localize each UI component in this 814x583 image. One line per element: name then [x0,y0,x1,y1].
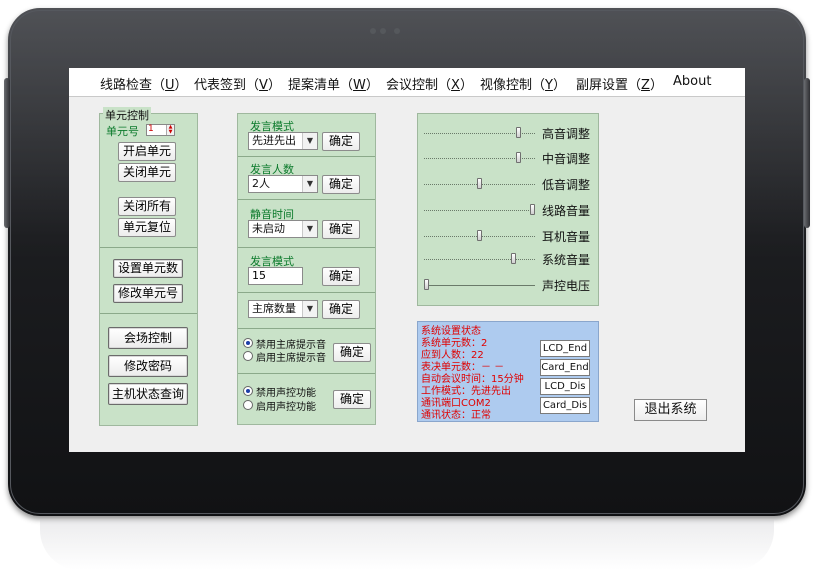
chevron-down-icon: ▼ [302,133,317,149]
slider-label: 高音调整 [542,127,591,141]
speech-panel-divider [238,328,375,329]
speech-mode2-confirm-button[interactable]: 确定 [322,267,360,286]
chairman-count-select[interactable]: 主席数量 ▼ [248,300,318,318]
unit-number-value: 1 [148,124,154,134]
menu-video-control[interactable]: 视像控制（Y） [480,74,566,93]
speech-mode-confirm-button[interactable]: 确定 [322,132,360,151]
menu-subscreen-settings[interactable]: 副屏设置（Z） [576,74,663,93]
status-comm-port: 通讯端口COM2 [421,398,491,409]
speech-panel-divider [238,373,375,374]
slider-label: 声控电压 [542,279,591,293]
slider-label: 耳机音量 [542,230,591,244]
status-comm-state: 通讯状态：正常 [421,410,491,421]
speech-mode2-input[interactable]: 15 [248,267,303,285]
slider-track[interactable] [424,259,535,260]
slider-thumb[interactable] [530,204,535,215]
disable-chair-tone-radio[interactable] [243,338,253,348]
unit-panel-divider [100,247,197,248]
speaker-count-confirm-button[interactable]: 确定 [322,175,360,194]
menu-meeting-control[interactable]: 会议控制（X） [386,74,473,93]
slider-thumb[interactable] [477,230,482,241]
menu-about[interactable]: About [673,74,711,89]
chairman-count-value: 主席数量 [252,302,296,315]
enable-voice-control-label: 启用声控功能 [256,402,316,413]
open-unit-button[interactable]: 开启单元 [118,142,176,161]
menu-line-check[interactable]: 线路检查（U） [100,74,188,93]
speech-panel-divider [238,199,375,200]
mute-time-value: 未启动 [252,222,285,235]
enable-chair-tone-label: 启用主席提示音 [256,353,326,364]
side-button-right [804,78,810,228]
menu-proposal-list[interactable]: 提案清单（W） [288,74,379,93]
menu-delegate-signin[interactable]: 代表签到（V） [194,74,281,93]
speech-panel-divider [238,292,375,293]
slider-label: 中音调整 [542,152,591,166]
chevron-down-icon: ▼ [302,176,317,192]
disable-voice-control-radio[interactable] [243,386,253,396]
slider-label: 低音调整 [542,178,591,192]
status-unit-count: 系统单元数：2 [421,338,488,349]
chevron-down-icon: ▼ [302,221,317,237]
unit-panel-divider [100,313,197,314]
change-password-button[interactable]: 修改密码 [108,355,188,377]
slider-thumb[interactable] [516,152,521,163]
chevron-down-icon: ▼ [302,301,317,317]
lcd-end-button[interactable]: LCD_End [540,340,590,357]
speaker-count-value: 2人 [252,177,270,190]
reset-unit-button[interactable]: 单元复位 [118,218,176,237]
speech-mode-select[interactable]: 先进先出 ▼ [248,132,318,150]
speech-panel-divider [238,247,375,248]
voice-control-confirm-button[interactable]: 确定 [333,390,371,409]
camera-dot [394,28,400,34]
slider-track[interactable] [424,285,535,286]
unit-number-spinner[interactable]: 1 ▲ ▼ [146,124,175,136]
speech-panel-divider [238,156,375,157]
card-end-button[interactable]: Card_End [540,359,590,376]
card-dis-button[interactable]: Card_Dis [540,397,590,414]
speaker-count-select[interactable]: 2人 ▼ [248,175,318,193]
lcd-dis-button[interactable]: LCD_Dis [540,378,590,395]
slider-track[interactable] [424,210,535,211]
chair-tone-confirm-button[interactable]: 确定 [333,343,371,362]
status-auto-meeting-time: 自动会议时间：15分钟 [421,374,524,385]
slider-thumb[interactable] [516,127,521,138]
status-vote-units: 表决单元数：－ － [421,362,505,373]
enable-voice-control-radio[interactable] [243,400,253,410]
slider-thumb[interactable] [511,253,516,264]
camera-dot [370,28,376,34]
slider-thumb[interactable] [424,279,429,290]
status-title: 系统设置状态 [421,326,481,337]
mute-time-select[interactable]: 未启动 ▼ [248,220,318,238]
modify-unit-number-button[interactable]: 修改单元号 [113,284,183,303]
exit-system-button[interactable]: 退出系统 [634,399,707,421]
slider-label: 系统音量 [542,253,591,267]
menu-bar: 线路检查（U） 代表签到（V） 提案清单（W） 会议控制（X） 视像控制（Y） … [69,68,745,97]
unit-control-legend: 单元控制 [103,107,151,123]
status-work-mode: 工作模式：先进先出 [421,386,511,397]
mute-time-confirm-button[interactable]: 确定 [322,220,360,239]
close-unit-button[interactable]: 关闭单元 [118,163,176,182]
status-expected-attendance: 应到人数：22 [421,350,484,361]
close-all-button[interactable]: 关闭所有 [118,197,176,216]
side-button-left [4,78,10,228]
chairman-count-confirm-button[interactable]: 确定 [322,300,360,319]
slider-thumb[interactable] [477,178,482,189]
enable-chair-tone-radio[interactable] [243,351,253,361]
set-unit-count-button[interactable]: 设置单元数 [113,259,183,278]
venue-control-button[interactable]: 会场控制 [108,327,188,349]
slider-label: 线路音量 [542,204,591,218]
host-status-query-button[interactable]: 主机状态查询 [108,383,188,405]
speech-mode-value: 先进先出 [252,134,296,147]
camera-dot [380,28,386,34]
spin-down-icon[interactable]: ▼ [166,130,174,135]
disable-voice-control-label: 禁用声控功能 [256,388,316,399]
tablet-reflection [40,520,774,570]
unit-number-label: 单元号 [106,125,139,138]
